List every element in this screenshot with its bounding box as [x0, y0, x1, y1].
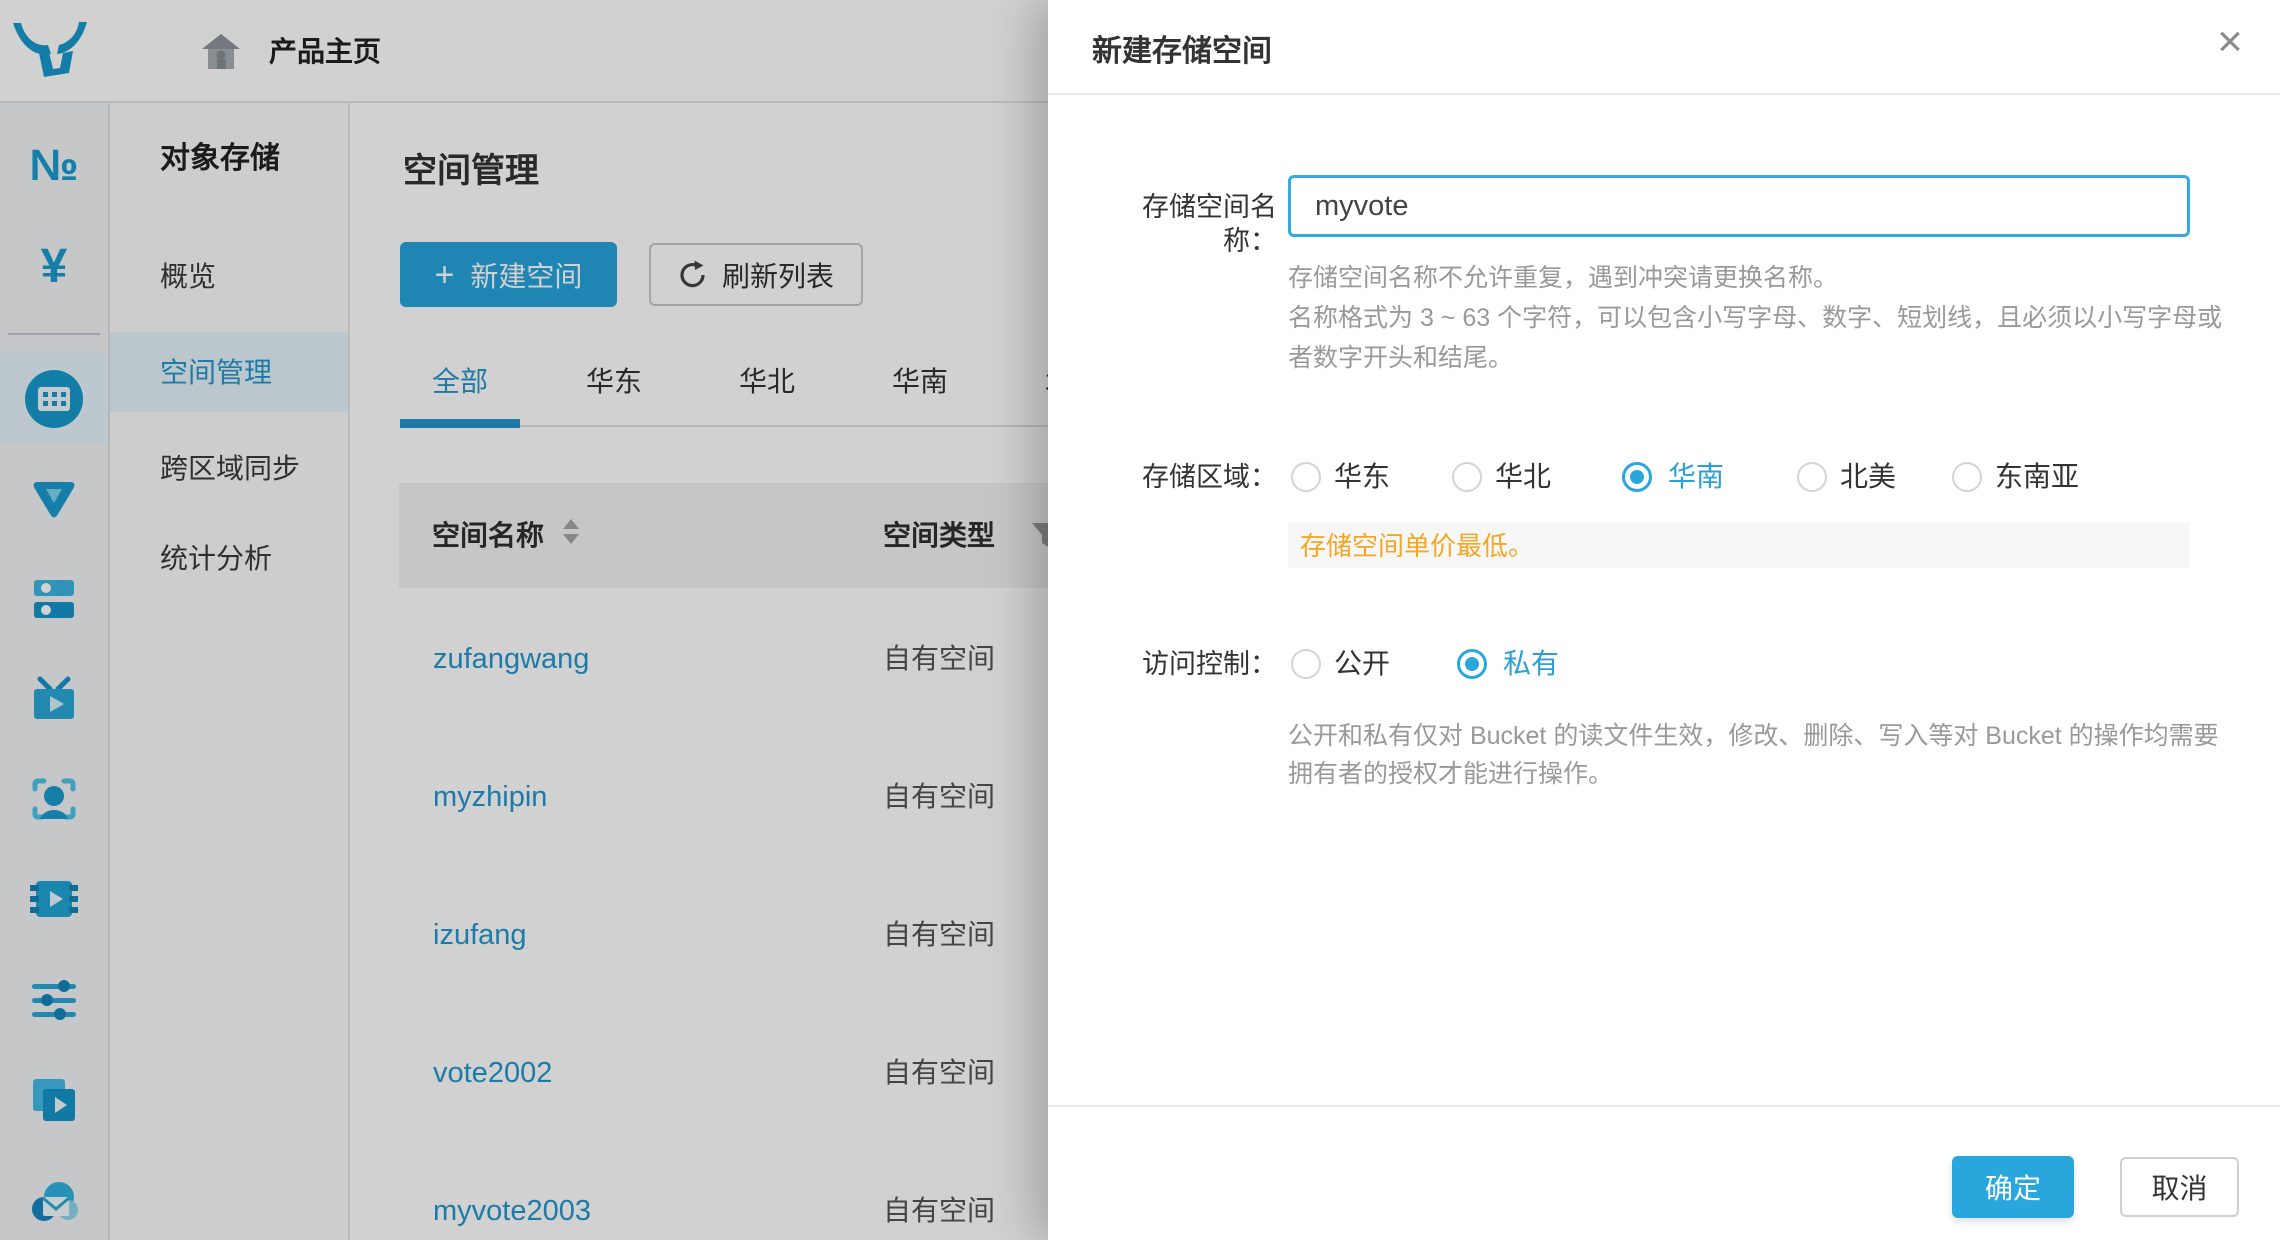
radio-region-huabei[interactable]	[1452, 462, 1482, 492]
access-control-label: 访问控制：	[1092, 647, 1277, 681]
access-control-help: 公开和私有仅对 Bucket 的读文件生效，修改、删除、写入等对 Bucket …	[1288, 717, 2219, 793]
help-line: 拥有者的授权才能进行操作。	[1288, 755, 2219, 793]
radio-access-public[interactable]	[1291, 649, 1321, 679]
close-icon[interactable]: ×	[2200, 10, 2260, 74]
modal-footer-divider	[1048, 1105, 2280, 1107]
radio-dot	[1465, 657, 1479, 671]
confirm-button[interactable]: 确定	[1952, 1156, 2074, 1218]
modal-backdrop	[0, 0, 1048, 1240]
bucket-name-input[interactable]	[1288, 175, 2190, 237]
bucket-name-help: 存储空间名称不允许重复，遇到冲突请更换名称。 名称格式为 3 ~ 63 个字符，…	[1288, 258, 2222, 378]
radio-label-huadong[interactable]: 华东	[1334, 460, 1390, 494]
radio-label-private[interactable]: 私有	[1503, 647, 1559, 681]
help-line: 名称格式为 3 ~ 63 个字符，可以包含小写字母、数字、短划线，且必须以小写字…	[1288, 298, 2222, 338]
region-label: 存储区域：	[1092, 460, 1277, 494]
cancel-button[interactable]: 取消	[2120, 1157, 2239, 1217]
create-bucket-modal: 新建存储空间 × 存储空间名称： 存储空间名称不允许重复，遇到冲突请更换名称。 …	[1048, 0, 2280, 1240]
radio-label-huabei[interactable]: 华北	[1495, 460, 1551, 494]
radio-region-huanan-selected[interactable]	[1622, 462, 1652, 492]
help-line: 公开和私有仅对 Bucket 的读文件生效，修改、删除、写入等对 Bucket …	[1288, 717, 2219, 755]
radio-label-beimei[interactable]: 北美	[1840, 460, 1896, 494]
region-price-note-text: 存储空间单价最低。	[1300, 529, 1534, 563]
radio-access-private-selected[interactable]	[1457, 649, 1487, 679]
app-screen: 产品主页 № ¥	[0, 0, 2280, 1240]
bucket-name-label: 存储空间名称：	[1092, 190, 1277, 224]
radio-dot	[1630, 470, 1644, 484]
help-line: 存储空间名称不允许重复，遇到冲突请更换名称。	[1288, 258, 2222, 298]
radio-region-beimei[interactable]	[1797, 462, 1827, 492]
radio-label-dongnanya[interactable]: 东南亚	[1995, 460, 2079, 494]
radio-region-dongnanya[interactable]	[1952, 462, 1982, 492]
region-price-note: 存储空间单价最低。	[1288, 523, 2190, 568]
modal-title: 新建存储空间	[1092, 26, 1272, 70]
radio-label-public[interactable]: 公开	[1334, 647, 1390, 681]
radio-region-huadong[interactable]	[1291, 462, 1321, 492]
help-line: 者数字开头和结尾。	[1288, 338, 2222, 378]
modal-header-divider	[1048, 93, 2280, 95]
radio-label-huanan[interactable]: 华南	[1668, 460, 1724, 494]
